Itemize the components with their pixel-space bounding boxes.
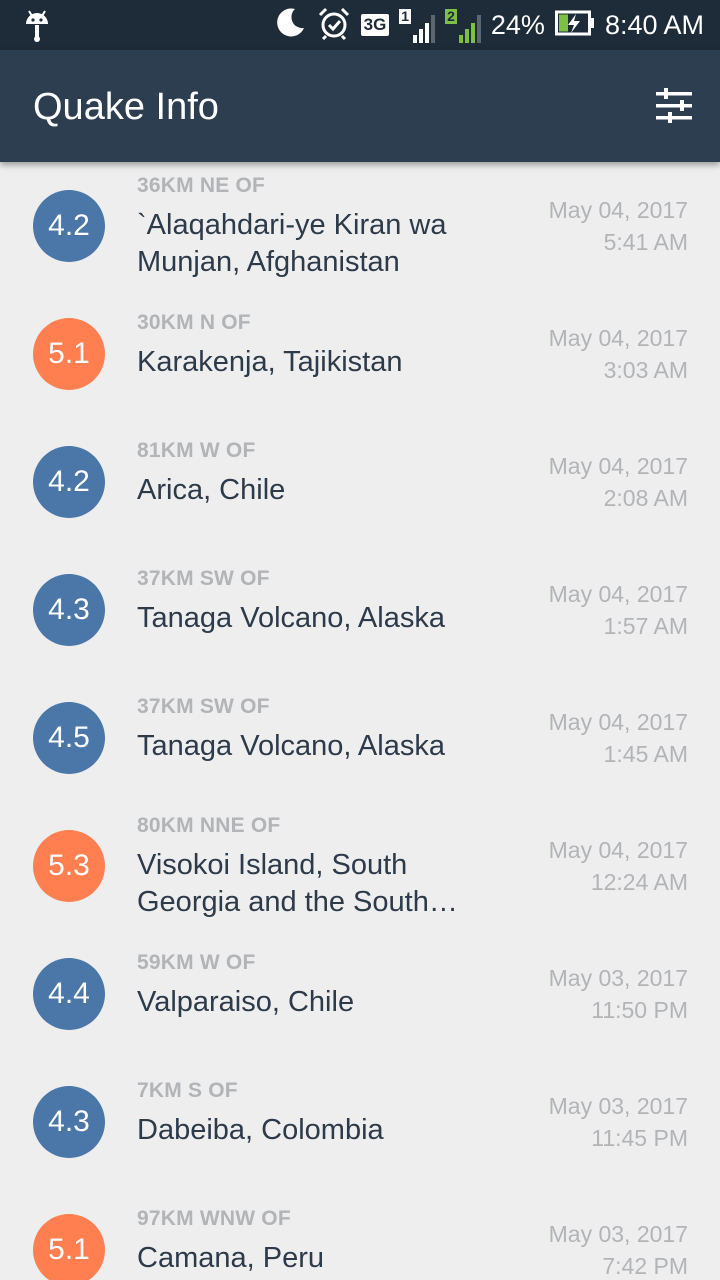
primary-location: Arica, Chile xyxy=(137,474,286,506)
location-offset: 7KM S OF xyxy=(137,1079,238,1102)
quake-time: 7:42 PM xyxy=(602,1253,688,1279)
quake-time: 5:41 AM xyxy=(603,229,688,255)
android-debug-icon xyxy=(22,8,52,42)
quake-date: May 04, 2017 xyxy=(548,709,688,735)
clock: 8:40 AM xyxy=(604,9,704,40)
magnitude-badge: 4.3 xyxy=(33,1086,105,1158)
date-time: May 04, 2017 2:08 AM xyxy=(549,450,688,514)
sim1-signal: 1 xyxy=(399,7,436,43)
date-time: May 04, 2017 12:24 AM xyxy=(549,834,688,898)
alarm-icon xyxy=(317,6,351,44)
earthquake-list[interactable]: 4.2 36KM NE OF `Alaqahdari-ye Kiran wa Mu… xyxy=(0,162,720,1280)
date-time: May 03, 2017 11:50 PM xyxy=(549,962,688,1026)
magnitude-badge: 5.1 xyxy=(33,318,105,390)
earthquake-list-item[interactable]: 4.4 59KM W OF Valparaiso, Chile May 03, 20… xyxy=(0,930,720,1058)
primary-location: Karakenja, Tajikistan xyxy=(137,346,403,378)
location-offset: 37KM SW OF xyxy=(137,695,270,718)
quake-time: 11:50 PM xyxy=(591,997,688,1023)
magnitude-badge: 4.2 xyxy=(33,446,105,518)
earthquake-list-item[interactable]: 5.3 80KM NNE OF Visokoi Island, South Geo… xyxy=(0,802,720,930)
quake-time: 1:57 AM xyxy=(603,613,688,639)
magnitude-badge: 4.2 xyxy=(33,190,105,262)
primary-location: Tanaga Volcano, Alaska xyxy=(137,730,445,762)
date-time: May 04, 2017 5:41 AM xyxy=(549,194,688,258)
location-offset: 81KM W OF xyxy=(137,439,256,462)
signal-bars-icon xyxy=(458,11,481,43)
earthquake-list-item[interactable]: 4.3 37KM SW OF Tanaga Volcano, Alaska May … xyxy=(0,546,720,674)
date-time: May 03, 2017 11:45 PM xyxy=(549,1090,688,1154)
app-bar: Quake Info xyxy=(0,50,720,162)
magnitude-badge: 5.3 xyxy=(33,830,105,902)
quake-date: May 04, 2017 xyxy=(548,325,688,351)
primary-location: Visokoi Island, South Georgia and the So… xyxy=(137,849,458,918)
quake-date: May 03, 2017 xyxy=(548,1221,688,1247)
date-time: May 04, 2017 1:45 AM xyxy=(549,706,688,770)
sim1-number: 1 xyxy=(399,8,412,24)
location-offset: 30KM N OF xyxy=(137,311,251,334)
quake-date: May 03, 2017 xyxy=(548,965,688,991)
earthquake-list-item[interactable]: 4.2 81KM W OF Arica, Chile May 04, 2017 2:0… xyxy=(0,418,720,546)
quake-date: May 04, 2017 xyxy=(548,453,688,479)
earthquake-list-item[interactable]: 4.2 36KM NE OF `Alaqahdari-ye Kiran wa Mu… xyxy=(0,162,720,290)
filter-settings-button[interactable] xyxy=(654,86,694,126)
quake-date: May 03, 2017 xyxy=(548,1093,688,1119)
location-offset: 97KM WNW OF xyxy=(137,1207,291,1230)
quake-time: 11:45 PM xyxy=(591,1125,688,1151)
quake-date: May 04, 2017 xyxy=(548,837,688,863)
date-time: May 03, 2017 7:42 PM xyxy=(549,1218,688,1280)
status-bar: 3G 1 2 24% 8:40 AM xyxy=(0,0,720,50)
primary-location: Dabeiba, Colombia xyxy=(137,1114,384,1146)
primary-location: Valparaiso, Chile xyxy=(137,986,355,1018)
primary-location: Tanaga Volcano, Alaska xyxy=(137,602,445,634)
magnitude-badge: 4.3 xyxy=(33,574,105,646)
primary-location: Camana, Peru xyxy=(137,1242,324,1274)
magnitude-badge: 4.5 xyxy=(33,702,105,774)
sliders-icon xyxy=(656,88,692,123)
sim2-signal: 2 xyxy=(445,7,481,43)
quake-time: 12:24 AM xyxy=(590,869,688,895)
location-offset: 59KM W OF xyxy=(137,951,256,974)
earthquake-list-item[interactable]: 5.1 97KM WNW OF Camana, Peru May 03, 2017 7… xyxy=(0,1186,720,1280)
earthquake-list-item[interactable]: 5.1 30KM N OF Karakenja, Tajikistan May 04… xyxy=(0,290,720,418)
earthquake-list-item[interactable]: 4.3 7KM S OF Dabeiba, Colombia May 03, 201… xyxy=(0,1058,720,1186)
moon-icon xyxy=(273,6,307,44)
quake-date: May 04, 2017 xyxy=(548,581,688,607)
earthquake-list-item[interactable]: 4.5 37KM SW OF Tanaga Volcano, Alaska May … xyxy=(0,674,720,802)
quake-time: 1:45 AM xyxy=(603,741,688,767)
date-time: May 04, 2017 1:57 AM xyxy=(549,578,688,642)
signal-bars-icon xyxy=(413,11,436,43)
quake-time: 2:08 AM xyxy=(603,485,688,511)
quake-date: May 04, 2017 xyxy=(548,197,688,223)
location-offset: 37KM SW OF xyxy=(137,567,270,590)
sim2-number: 2 xyxy=(445,8,457,24)
app-title: Quake Info xyxy=(33,86,219,128)
network-type-badge: 3G xyxy=(360,14,390,36)
location-offset: 80KM NNE OF xyxy=(137,814,281,837)
battery-charging-icon xyxy=(554,9,595,41)
date-time: May 04, 2017 3:03 AM xyxy=(549,322,688,386)
primary-location: `Alaqahdari-ye Kiran wa Munjan, Afghanis… xyxy=(137,209,447,278)
magnitude-badge: 4.4 xyxy=(33,958,105,1030)
location-offset: 36KM NE OF xyxy=(137,174,266,197)
quake-time: 3:03 AM xyxy=(603,357,688,383)
battery-percent: 24% xyxy=(490,9,545,40)
magnitude-badge: 5.1 xyxy=(33,1214,105,1280)
